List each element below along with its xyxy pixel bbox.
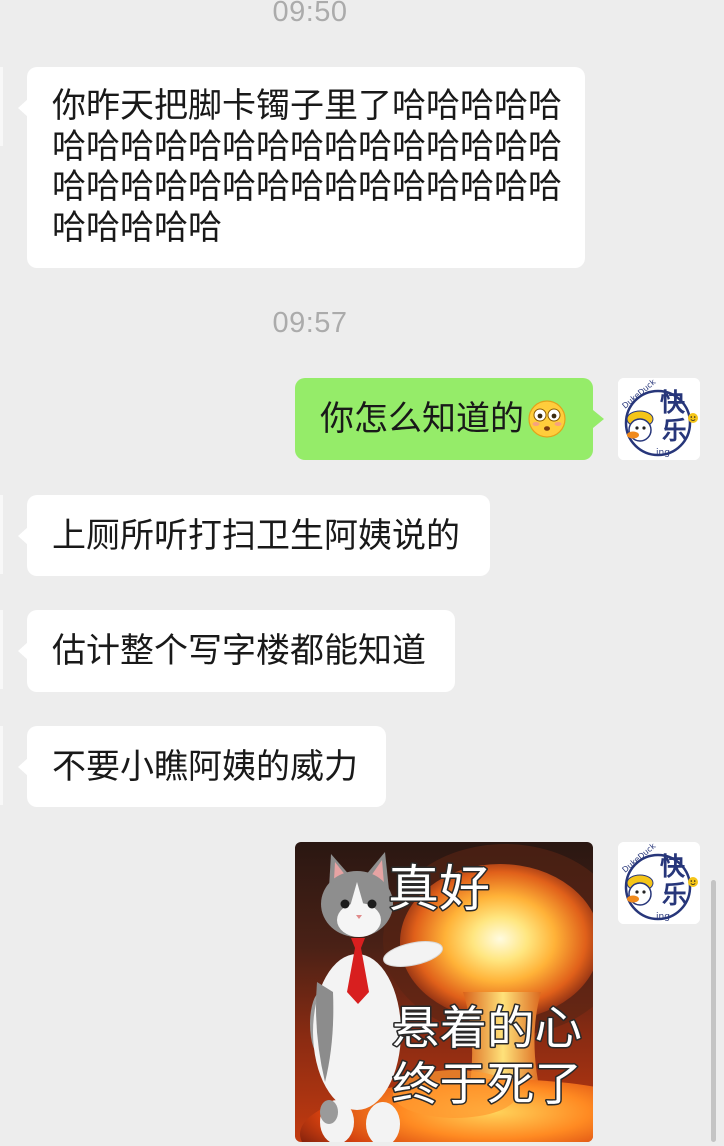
duke-duck-avatar-icon: DukeDuck 快 乐 ing — [618, 842, 700, 924]
friend-avatar[interactable] — [0, 495, 3, 574]
message-timestamp: 09:50 — [272, 0, 348, 28]
message-text: 你怎么知道的 — [320, 400, 524, 438]
message-bubble[interactable]: 你怎么知道的 — [295, 378, 593, 460]
friend-avatar[interactable] — [0, 726, 3, 805]
message-timestamp: 09:57 — [272, 307, 348, 339]
sticker-caption: 悬着的心 — [392, 1001, 582, 1055]
cat-explosion-meme-image: 真好 悬着的心 终于死了 — [295, 842, 593, 1142]
message-text: 你昨天把脚卡镯子里了哈哈哈哈哈哈哈哈哈哈哈哈哈哈哈哈哈哈哈哈哈哈哈哈哈哈哈哈哈哈… — [52, 87, 562, 247]
avatar-logo-suffix: ing — [656, 448, 670, 458]
friend-avatar[interactable] — [0, 610, 3, 689]
avatar-logo-char: 快 — [660, 388, 686, 417]
avatar-logo-char: 乐 — [662, 416, 687, 445]
duke-duck-avatar-icon: DukeDuck 快 乐 ing — [618, 378, 700, 460]
avatar-logo-char: 乐 — [662, 880, 687, 909]
sticker-message[interactable]: 真好 悬着的心 终于死了 — [295, 842, 593, 1142]
my-avatar[interactable]: DukeDuck 快 乐 ing — [618, 378, 700, 460]
message-bubble[interactable]: 不要小瞧阿姨的威力 — [27, 726, 386, 807]
message-text: 估计整个写字楼都能知道 — [52, 632, 426, 670]
friend-avatar[interactable] — [0, 67, 3, 146]
scrollbar-thumb[interactable] — [711, 880, 716, 1142]
message-text: 不要小瞧阿姨的威力 — [52, 747, 358, 786]
message-bubble[interactable]: 你昨天把脚卡镯子里了哈哈哈哈哈哈哈哈哈哈哈哈哈哈哈哈哈哈哈哈哈哈哈哈哈哈哈哈哈哈… — [27, 67, 585, 268]
message-bubble[interactable]: 估计整个写字楼都能知道 — [27, 610, 455, 692]
sticker-caption: 真好 — [388, 860, 490, 918]
message-text: 上厕所听打扫卫生阿姨说的 — [52, 516, 460, 555]
avatar-logo-char: 快 — [660, 852, 686, 881]
avatar-logo-suffix: ing — [656, 912, 670, 922]
smiley-icon — [688, 877, 698, 887]
sticker-caption: 终于死了 — [392, 1057, 582, 1111]
chat-screen: 09:50 你昨天把脚卡镯子里了哈哈哈哈哈哈哈哈哈哈哈哈哈哈哈哈哈哈哈哈哈哈哈哈… — [0, 0, 724, 1146]
my-avatar[interactable]: DukeDuck 快 乐 ing — [618, 842, 700, 924]
message-bubble[interactable]: 上厕所听打扫卫生阿姨说的 — [27, 495, 490, 576]
flushed-face-emoji-icon — [528, 400, 566, 438]
smiley-icon — [688, 413, 698, 423]
bubble-tail — [593, 410, 604, 428]
